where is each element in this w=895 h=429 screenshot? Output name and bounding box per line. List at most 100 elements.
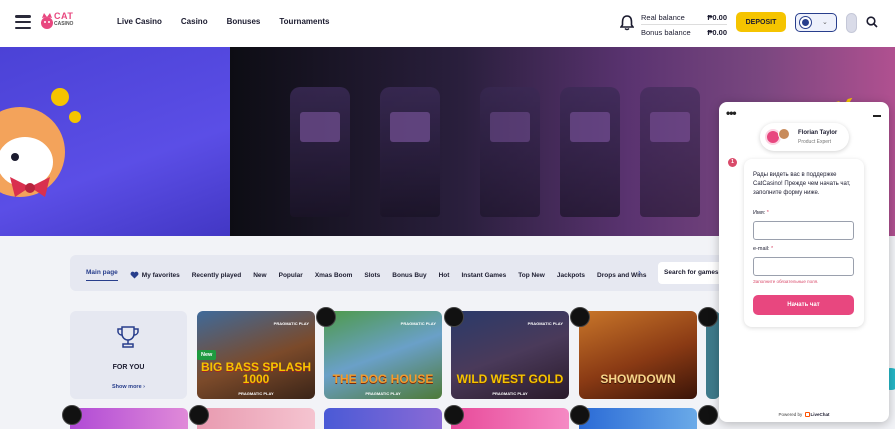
hot-badge-icon [316,307,336,327]
real-balance-value: ₱0.00 [707,12,727,22]
game-tile[interactable] [451,408,569,429]
tab-jackpots[interactable]: Jackpots [557,269,585,281]
bell-icon[interactable] [620,15,634,31]
required-star: * [766,210,769,216]
name-label-text: Имя: [753,210,766,216]
unread-badge: 1 [728,158,737,167]
tab-hot[interactable]: Hot [439,269,450,281]
bonus-balance-value: ₱0.00 [707,28,727,37]
livechat-widget: ••• Florian Taylor Product Expert 1 Рады… [719,102,889,422]
hot-badge-icon [444,307,464,327]
balances: Real balance ₱0.00 Bonus balance ₱0.00 [641,10,727,40]
game-provider-badge: PRAGMATIC PLAY [400,321,436,326]
game-title: WILD WEST GOLD [456,372,564,386]
tab-slots[interactable]: Slots [364,269,380,281]
agent-role: Product Expert [798,139,832,145]
logo-subtext: CASINO [54,21,74,27]
tab-top-new[interactable]: Top New [518,269,545,281]
show-more-link[interactable]: Show more › [70,384,187,390]
minimize-icon[interactable] [873,115,881,117]
top-header: CAT CASINO Live Casino Casino Bonuses To… [0,0,895,47]
more-options-icon[interactable]: ••• [726,106,737,120]
tab-new[interactable]: New [253,269,266,281]
nav-tournaments[interactable]: Tournaments [279,17,329,26]
hot-badge-icon [189,405,209,425]
game-provider-badge: PRAGMATIC PLAY [273,321,309,326]
bonus-balance-label: Bonus balance [641,28,691,37]
hot-badge-icon [570,307,590,327]
menu-icon[interactable] [15,15,31,29]
tab-bonus-buy[interactable]: Bonus Buy [392,269,426,281]
game-tile[interactable] [197,408,315,429]
slot-machine [380,87,440,217]
cat-mascot-icon [0,88,81,197]
powered-by[interactable]: Powered by LiveChat [719,412,889,417]
chevron-right-icon[interactable]: › [638,267,641,277]
heart-icon [130,271,139,279]
email-field[interactable] [753,257,854,276]
email-label: e-mail: * [753,246,773,252]
name-label: Имя: * [753,210,769,216]
tab-popular[interactable]: Popular [279,269,303,281]
nav-live-casino[interactable]: Live Casino [117,17,162,26]
game-title: THE DOG HOUSE [332,372,434,386]
game-tile[interactable] [579,408,697,429]
hot-badge-icon [698,405,718,425]
game-title: BIG BASS SPLASH 1000 [200,360,311,386]
theme-toggle[interactable] [846,13,857,33]
prechat-form: Рады видеть вас в поддержке CatCasino! П… [744,159,864,327]
show-more-label: Show more [111,384,142,390]
game-tile[interactable]: PRAGMATIC PLAY WILD WEST GOLD PRAGMATIC … [451,311,569,399]
hot-badge-icon [698,307,718,327]
game-tile[interactable] [70,408,188,429]
hot-badge-icon [444,405,464,425]
search-icon[interactable] [866,16,878,28]
nav-casino[interactable]: Casino [181,17,208,26]
required-note: Заполните обязательные поля. [753,279,819,284]
for-you-card[interactable]: FOR YOU Show more › [70,311,187,399]
greeting-text: Рады видеть вас в поддержке CatCasino! П… [753,172,851,196]
category-tabs: Main page My favorites Recently played N… [86,269,646,281]
new-badge: New [197,350,217,360]
required-star: * [771,246,774,252]
casino-page: CAT CASINO Live Casino Casino Bonuses To… [0,0,895,429]
search-games-button[interactable]: Search for games [658,262,726,284]
tab-my-favorites[interactable]: My favorites [130,269,180,281]
hot-badge-icon [570,405,590,425]
name-field[interactable] [753,221,854,240]
slot-machine [640,87,700,217]
powered-brand: LiveChat [810,412,830,417]
tab-main-page[interactable]: Main page [86,269,118,281]
game-tile[interactable]: PRAGMATIC PLAY THE DOG HOUSE PRAGMATIC P… [324,311,442,399]
avatar [778,128,790,140]
tab-my-favorites-label: My favorites [141,271,180,279]
language-selector[interactable]: ⌄ [795,13,837,32]
deposit-button[interactable]: DEPOSIT [736,12,786,32]
hot-badge-icon [62,405,82,425]
tab-recently-played[interactable]: Recently played [192,269,242,281]
game-tile[interactable]: SHOWDOWN [579,311,697,399]
powered-prefix: Powered by [778,412,803,417]
game-provider: PRAGMATIC PLAY [238,391,274,396]
slot-machine [480,87,540,217]
game-provider: PRAGMATIC PLAY [365,391,401,396]
tab-instant-games[interactable]: Instant Games [461,269,506,281]
real-balance-label: Real balance [641,12,685,22]
for-you-title: FOR YOU [112,364,145,371]
livechat-logo-icon [804,412,810,417]
chevron-down-icon: ⌄ [822,19,828,26]
start-chat-button[interactable]: Начать чат [753,295,854,315]
agent-card: Florian Taylor Product Expert [760,123,849,151]
slot-machine [560,87,620,217]
game-title: SHOWDOWN [600,372,676,386]
tab-xmas-boom[interactable]: Xmas Boom [315,269,353,281]
agent-name: Florian Taylor [798,130,838,136]
game-tile[interactable] [324,408,442,429]
nav-bonuses[interactable]: Bonuses [227,17,261,26]
main-nav: Live Casino Casino Bonuses Tournaments [117,17,329,26]
real-balance-row: Real balance ₱0.00 [641,10,727,25]
flag-icon [800,17,811,28]
slot-machine [290,87,350,217]
email-label-text: e-mail: [753,246,770,252]
category-bar: Main page My favorites Recently played N… [70,255,726,291]
